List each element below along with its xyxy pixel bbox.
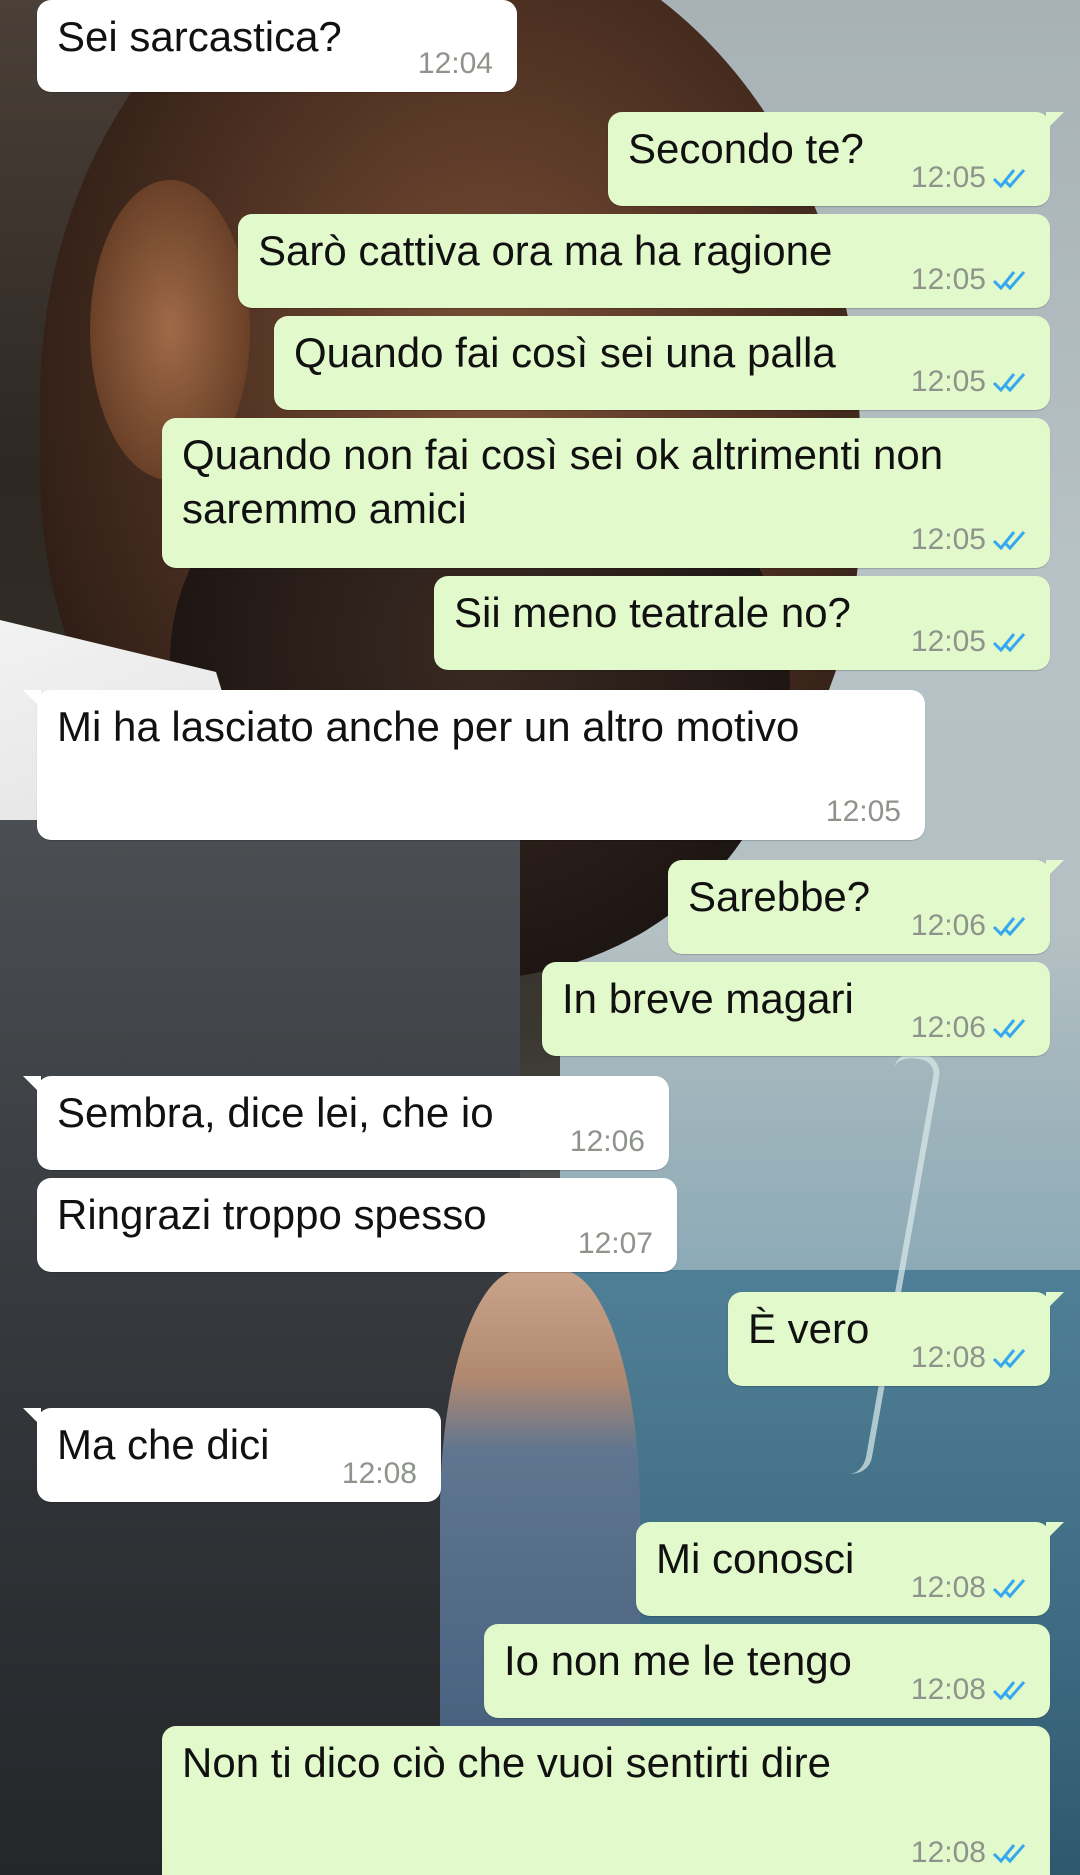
bubble-tail bbox=[23, 690, 41, 708]
message-text: Sarò cattiva ora ma ha ragione bbox=[258, 227, 833, 274]
message-bubble-incoming[interactable]: Ma che dici 12:08 bbox=[23, 1408, 441, 1502]
message-meta: 12:05 bbox=[911, 160, 1032, 196]
read-ticks-icon bbox=[992, 1019, 1026, 1039]
message-meta: 12:04 bbox=[418, 46, 493, 82]
message-meta: 12:05 bbox=[826, 794, 901, 830]
read-ticks-icon bbox=[992, 169, 1026, 189]
message-meta: 12:08 bbox=[911, 1340, 1032, 1376]
message-bubble-incoming[interactable]: Sembra, dice lei, che io 12:06 bbox=[23, 1076, 669, 1170]
message-text: In breve magari bbox=[562, 975, 854, 1022]
message-bubble-outgoing[interactable]: Io non me le tengo 12:08 bbox=[484, 1624, 1050, 1718]
message-meta: 12:05 bbox=[911, 364, 1032, 400]
bubble-tail bbox=[1046, 860, 1064, 878]
message-time: 12:08 bbox=[910, 1673, 986, 1706]
message-text: Sei sarcastica? bbox=[57, 13, 342, 60]
read-ticks-icon bbox=[992, 1681, 1026, 1701]
message-time: 12:07 bbox=[577, 1227, 653, 1260]
read-ticks-icon bbox=[992, 1349, 1026, 1369]
read-ticks-icon bbox=[992, 531, 1026, 551]
message-text: Secondo te? bbox=[628, 125, 864, 172]
message-text: Ma che dici bbox=[57, 1421, 270, 1468]
message-meta: 12:05 bbox=[911, 522, 1032, 558]
read-ticks-icon bbox=[992, 633, 1026, 653]
message-bubble-outgoing[interactable]: Sarò cattiva ora ma ha ragione 12:05 bbox=[238, 214, 1050, 308]
message-bubble-outgoing[interactable]: Secondo te? 12:05 bbox=[608, 112, 1064, 206]
message-time: 12:06 bbox=[910, 1011, 986, 1044]
message-meta: 12:08 bbox=[342, 1456, 417, 1492]
message-time: 12:05 bbox=[825, 795, 901, 828]
message-time: 12:08 bbox=[341, 1457, 417, 1490]
message-bubble-outgoing[interactable]: Mi conosci 12:08 bbox=[636, 1522, 1064, 1616]
message-meta: 12:08 bbox=[911, 1835, 1032, 1871]
read-ticks-icon bbox=[992, 917, 1026, 937]
message-bubble-outgoing[interactable]: Quando non fai così sei ok altrimenti no… bbox=[162, 418, 1050, 568]
message-time: 12:05 bbox=[910, 263, 986, 296]
message-text: Sembra, dice lei, che io bbox=[57, 1089, 494, 1136]
message-bubble-outgoing[interactable]: In breve magari 12:06 bbox=[542, 962, 1050, 1056]
bubble-tail bbox=[23, 1076, 41, 1094]
message-bubble-outgoing[interactable]: Sarebbe? 12:06 bbox=[668, 860, 1064, 954]
message-text: Non ti dico ciò che vuoi sentirti dire bbox=[182, 1739, 831, 1786]
message-bubble-outgoing[interactable]: Quando fai così sei una palla 12:05 bbox=[274, 316, 1050, 410]
read-ticks-icon bbox=[992, 1579, 1026, 1599]
message-time: 12:05 bbox=[910, 625, 986, 658]
bubble-tail bbox=[1046, 112, 1064, 130]
message-bubble-incoming[interactable]: Ringrazi troppo spesso 12:07 bbox=[37, 1178, 677, 1272]
message-bubble-outgoing[interactable]: Sii meno teatrale no? 12:05 bbox=[434, 576, 1050, 670]
message-time: 12:08 bbox=[910, 1571, 986, 1604]
message-text: Sarebbe? bbox=[688, 873, 871, 920]
message-meta: 12:07 bbox=[578, 1226, 653, 1262]
message-bubble-outgoing[interactable]: È vero 12:08 bbox=[728, 1292, 1064, 1386]
read-ticks-icon bbox=[992, 1844, 1026, 1864]
message-meta: 12:06 bbox=[911, 1010, 1032, 1046]
message-time: 12:05 bbox=[910, 161, 986, 194]
message-meta: 12:05 bbox=[911, 624, 1032, 660]
message-time: 12:04 bbox=[417, 47, 493, 80]
message-time: 12:08 bbox=[910, 1836, 986, 1869]
message-time: 12:06 bbox=[910, 909, 986, 942]
message-text: Io non me le tengo bbox=[504, 1637, 852, 1684]
message-text: Sii meno teatrale no? bbox=[454, 589, 851, 636]
message-meta: 12:08 bbox=[911, 1672, 1032, 1708]
message-meta: 12:06 bbox=[911, 908, 1032, 944]
message-meta: 12:06 bbox=[570, 1124, 645, 1160]
message-text: È vero bbox=[748, 1305, 870, 1352]
message-text: Mi conosci bbox=[656, 1535, 855, 1582]
message-list[interactable]: Sei sarcastica? 12:04 Secondo te? 12:05 … bbox=[0, 0, 1080, 1875]
message-text: Quando fai così sei una palla bbox=[294, 329, 836, 376]
bubble-tail bbox=[1046, 1522, 1064, 1540]
message-bubble-outgoing[interactable]: Non ti dico ciò che vuoi sentirti dire 1… bbox=[162, 1726, 1050, 1875]
message-bubble-incoming[interactable]: Sei sarcastica? 12:04 bbox=[37, 0, 517, 92]
message-text: Quando non fai così sei ok altrimenti no… bbox=[182, 431, 944, 532]
message-text: Mi ha lasciato anche per un altro motivo bbox=[57, 703, 800, 750]
read-ticks-icon bbox=[992, 373, 1026, 393]
message-time: 12:06 bbox=[569, 1125, 645, 1158]
message-time: 12:08 bbox=[910, 1341, 986, 1374]
message-text: Ringrazi troppo spesso bbox=[57, 1191, 487, 1238]
message-time: 12:05 bbox=[910, 365, 986, 398]
bubble-tail bbox=[1046, 1292, 1064, 1310]
message-bubble-incoming[interactable]: Mi ha lasciato anche per un altro motivo… bbox=[23, 690, 925, 840]
message-meta: 12:08 bbox=[911, 1570, 1032, 1606]
message-time: 12:05 bbox=[910, 523, 986, 556]
read-ticks-icon bbox=[992, 271, 1026, 291]
message-meta: 12:05 bbox=[911, 262, 1032, 298]
bubble-tail bbox=[23, 1408, 41, 1426]
